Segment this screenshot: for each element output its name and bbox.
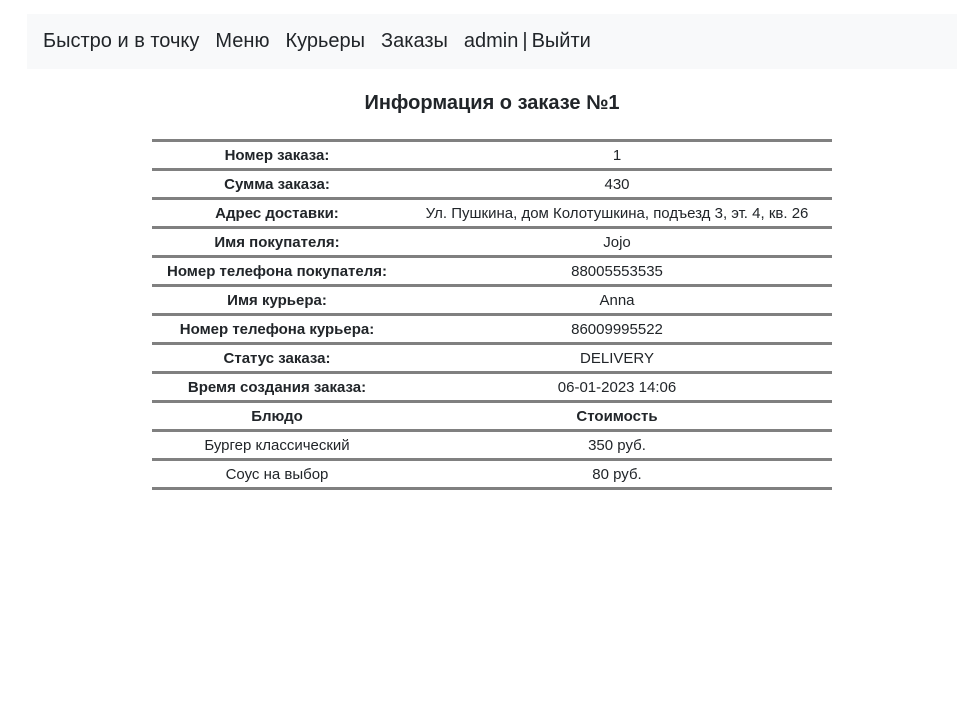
item-dish: Бургер классический bbox=[152, 429, 402, 460]
table-row: Номер заказа: 1 bbox=[152, 139, 832, 170]
delivery-address-value: Ул. Пушкина, дом Колотушкина, подъезд 3,… bbox=[402, 197, 832, 228]
cost-column-header: Стоимость bbox=[402, 400, 832, 431]
table-row: Статус заказа: DELIVERY bbox=[152, 342, 832, 373]
table-row: Имя курьера: Anna bbox=[152, 284, 832, 315]
table-row: Адрес доставки: Ул. Пушкина, дом Колотуш… bbox=[152, 197, 832, 228]
delivery-address-label: Адрес доставки: bbox=[152, 197, 402, 228]
order-number-value: 1 bbox=[402, 139, 832, 170]
item-row: Бургер классический 350 руб. bbox=[152, 429, 832, 460]
items-header-row: Блюдо Стоимость bbox=[152, 400, 832, 431]
navbar: Быстро и в точку Меню Курьеры Заказы adm… bbox=[27, 14, 957, 69]
table-row: Сумма заказа: 430 bbox=[152, 168, 832, 199]
courier-name-label: Имя курьера: bbox=[152, 284, 402, 315]
item-cost: 80 руб. bbox=[402, 458, 832, 490]
item-row: Соус на выбор 80 руб. bbox=[152, 458, 832, 490]
order-info-table: Номер заказа: 1 Сумма заказа: 430 Адрес … bbox=[152, 139, 832, 490]
table-row: Имя покупателя: Jojo bbox=[152, 226, 832, 257]
table-row: Время создания заказа: 06-01-2023 14:06 bbox=[152, 371, 832, 402]
dish-column-header: Блюдо bbox=[152, 400, 402, 431]
item-dish: Соус на выбор bbox=[152, 458, 402, 490]
customer-name-value: Jojo bbox=[402, 226, 832, 257]
page-title: Информация о заказе №1 bbox=[364, 92, 620, 114]
customer-name-label: Имя покупателя: bbox=[152, 226, 402, 257]
nav-separator: | bbox=[522, 30, 528, 52]
courier-phone-value: 86009995522 bbox=[402, 313, 832, 344]
order-status-label: Статус заказа: bbox=[152, 342, 402, 373]
courier-phone-label: Номер телефона курьера: bbox=[152, 313, 402, 344]
order-sum-value: 430 bbox=[402, 168, 832, 199]
courier-name-value: Anna bbox=[402, 284, 832, 315]
nav-link-menu[interactable]: Меню bbox=[215, 30, 269, 53]
brand-link[interactable]: Быстро и в точку bbox=[43, 30, 199, 53]
item-cost: 350 руб. bbox=[402, 429, 832, 460]
user-name: admin bbox=[463, 30, 519, 52]
created-time-value: 06-01-2023 14:06 bbox=[402, 371, 832, 402]
table-row: Номер телефона покупателя: 88005553535 bbox=[152, 255, 832, 286]
nav-link-couriers[interactable]: Курьеры bbox=[285, 30, 365, 53]
customer-phone-label: Номер телефона покупателя: bbox=[152, 255, 402, 286]
logout-link[interactable]: Выйти bbox=[532, 30, 591, 53]
customer-phone-value: 88005553535 bbox=[402, 255, 832, 286]
nav-link-orders[interactable]: Заказы bbox=[381, 30, 448, 53]
order-number-label: Номер заказа: bbox=[152, 139, 402, 170]
created-time-label: Время создания заказа: bbox=[152, 371, 402, 402]
order-sum-label: Сумма заказа: bbox=[152, 168, 402, 199]
order-status-value: DELIVERY bbox=[402, 342, 832, 373]
table-row: Номер телефона курьера: 86009995522 bbox=[152, 313, 832, 344]
